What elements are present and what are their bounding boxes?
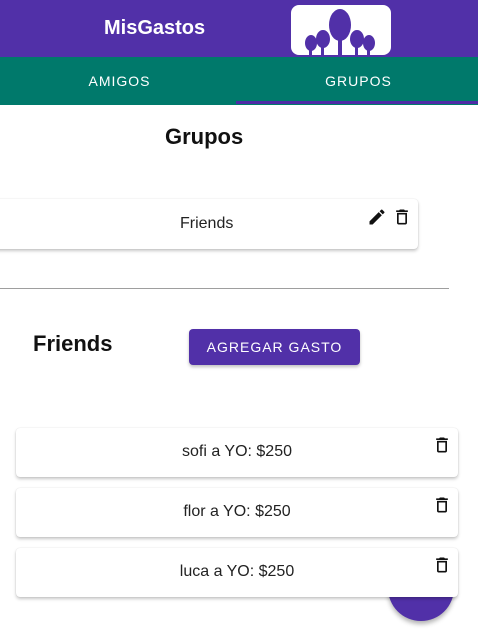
trash-icon[interactable] [431, 554, 453, 576]
group-detail-title: Friends [33, 331, 113, 356]
pencil-icon[interactable] [366, 206, 388, 228]
people-logo [291, 5, 391, 55]
expense-item[interactable]: sofi a YO: $250 [16, 428, 458, 477]
group-card[interactable]: Friends [0, 199, 418, 249]
app-title: MisGastos [104, 17, 206, 39]
app-bar: MisGastos [0, 0, 478, 57]
trash-icon[interactable] [431, 434, 453, 456]
tab-grupos[interactable]: GRUPOS [239, 57, 478, 105]
expense-text: sofi a YO: $250 [182, 443, 292, 460]
active-tab-indicator [236, 101, 478, 104]
expense-item[interactable]: flor a YO: $250 [16, 488, 458, 537]
group-name: Friends [180, 215, 234, 232]
divider [0, 288, 449, 289]
groups-heading: Grupos [165, 124, 244, 149]
trash-icon[interactable] [431, 494, 453, 516]
add-expense-button[interactable]: AGREGAR GASTO [189, 329, 360, 365]
expense-item[interactable]: luca a YO: $250 [16, 548, 458, 597]
tab-amigos[interactable]: AMIGOS [0, 57, 239, 105]
expense-text: luca a YO: $250 [179, 563, 295, 580]
expense-text: flor a YO: $250 [183, 503, 291, 520]
trash-icon[interactable] [391, 206, 413, 228]
tab-bar: AMIGOS GRUPOS [0, 57, 478, 105]
